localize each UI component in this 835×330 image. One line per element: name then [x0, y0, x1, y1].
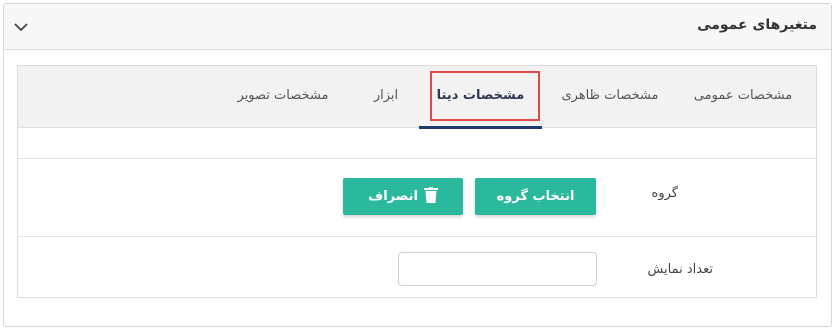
tab-label: مشخصات عمومی	[693, 88, 793, 103]
panel-header[interactable]: متغیرهای عمومی	[4, 4, 831, 50]
tab-appearance-properties[interactable]: مشخصات ظاهری	[550, 66, 670, 128]
tab-tools[interactable]: ابزار	[361, 66, 411, 128]
general-variables-panel: متغیرهای عمومی مشخصات عمومی مشخصات ظاهری…	[3, 3, 832, 327]
row-divider	[18, 236, 816, 237]
tab-image-properties[interactable]: مشخصات تصویر	[223, 66, 343, 128]
tab-label: ابزار	[373, 88, 399, 103]
trash-icon	[423, 186, 438, 207]
cancel-button[interactable]: انصراف	[343, 178, 463, 215]
tab-label: مشخصات دیتا	[436, 88, 525, 103]
display-count-input[interactable]	[398, 252, 597, 286]
group-label: گروه	[651, 186, 678, 201]
tab-bar: مشخصات عمومی مشخصات ظاهری مشخصات دیتا اب…	[18, 66, 816, 129]
display-count-label: تعداد نمایش	[647, 262, 713, 277]
chevron-down-icon[interactable]	[12, 18, 30, 36]
tab-content-container: مشخصات عمومی مشخصات ظاهری مشخصات دیتا اب…	[17, 65, 817, 298]
select-group-button[interactable]: انتخاب گروه	[475, 178, 596, 215]
tab-label: مشخصات تصویر	[237, 88, 329, 103]
tab-label: مشخصات ظاهری	[561, 88, 659, 103]
cancel-label: انصراف	[368, 189, 418, 204]
row-divider	[18, 158, 816, 159]
tab-general-properties[interactable]: مشخصات عمومی	[683, 66, 803, 128]
panel-title: متغیرهای عمومی	[697, 17, 817, 33]
tab-data-properties[interactable]: مشخصات دیتا	[419, 66, 542, 129]
select-group-label: انتخاب گروه	[496, 189, 575, 204]
